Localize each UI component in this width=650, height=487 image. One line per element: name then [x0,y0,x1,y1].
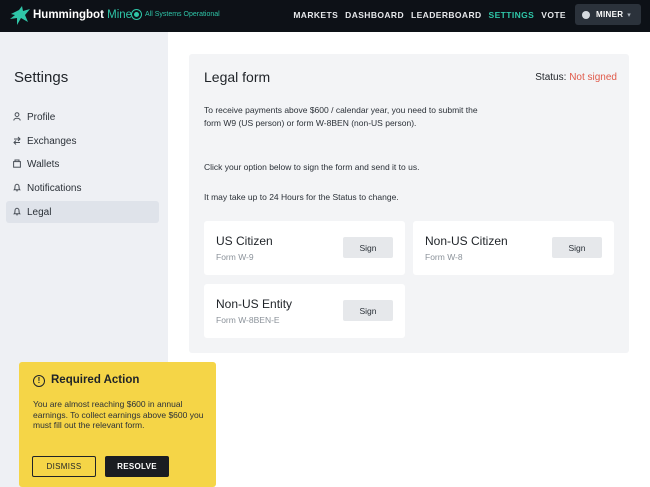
alert-icon: ! [33,375,45,387]
system-status-text: All Systems Operational [145,11,220,18]
sidebar-item-label: Profile [27,111,56,123]
option-title: Non-US Entity [216,297,293,311]
legal-description: To receive payments above $600 / calenda… [204,105,478,128]
page-title: Legal form [204,69,271,85]
status-indicator-icon [132,10,141,19]
toast-title: Required Action [51,374,140,386]
bell-icon [12,207,22,218]
option-form-name: Form W-9 [216,252,254,262]
sidebar-title: Settings [14,69,69,86]
status-label: Status: [535,72,567,83]
top-navigation-bar: Hummingbot Miner All Systems Operational… [0,0,650,32]
option-title: Non-US Citizen [425,234,508,248]
nav-vote[interactable]: VOTE [541,10,566,20]
required-action-toast: ! Required Action You are almost reachin… [19,362,216,487]
option-non-us-entity: Non-US Entity Form W-8BEN-E Sign [204,284,405,338]
account-label: MINER [596,10,624,19]
sidebar-item-notifications[interactable]: Notifications [6,177,159,199]
nav-dashboard[interactable]: DASHBOARD [345,10,404,20]
sidebar-item-label: Exchanges [27,135,77,147]
resolve-button[interactable]: RESOLVE [105,456,169,477]
nav-leaderboard[interactable]: LEADERBOARD [411,10,482,20]
sidebar-item-wallets[interactable]: Wallets [6,153,159,175]
legal-instruction: Click your option below to sign the form… [204,162,420,172]
sign-w8ben-e-button[interactable]: Sign [343,300,393,321]
legal-form-card: Legal form Status: Not signed To receive… [189,54,629,353]
status-value: Not signed [569,72,617,83]
sign-w8-button[interactable]: Sign [552,237,602,258]
sidebar-item-label: Wallets [27,158,60,170]
brand-name[interactable]: Hummingbot Miner [33,9,136,21]
sidebar-item-legal[interactable]: Legal [6,201,159,223]
sidebar-item-profile[interactable]: Profile [6,106,159,128]
chevron-down-icon: ▾ [627,11,631,19]
sidebar-item-label: Legal [27,206,52,218]
legal-note: It may take up to 24 Hours for the Statu… [204,192,399,202]
wallet-icon [13,159,21,170]
option-form-name: Form W-8 [425,252,463,262]
option-form-name: Form W-8BEN-E [216,315,280,325]
avatar [582,10,590,19]
exchange-icon [13,136,21,147]
bell-icon [12,183,22,194]
nav-markets[interactable]: MARKETS [293,10,338,20]
option-us-citizen: US Citizen Form W-9 Sign [204,221,405,275]
sidebar-item-label: Notifications [27,182,82,194]
status-badge: Status: Not signed [535,72,617,83]
sign-w9-button[interactable]: Sign [343,237,393,258]
toast-message: You are almost reaching $600 in annual e… [33,399,204,430]
sidebar-item-exchanges[interactable]: Exchanges [6,130,159,152]
system-status: All Systems Operational [132,10,220,19]
option-non-us-citizen: Non-US Citizen Form W-8 Sign [413,221,614,275]
user-icon [13,111,21,123]
account-menu-button[interactable]: MINER ▾ [575,4,641,25]
nav-settings[interactable]: SETTINGS [489,10,535,20]
dismiss-button[interactable]: DISMISS [32,456,96,477]
main-nav: MARKETS DASHBOARD LEADERBOARD SETTINGS V… [293,10,566,20]
option-title: US Citizen [216,234,273,248]
hummingbot-logo-icon[interactable] [9,5,31,27]
